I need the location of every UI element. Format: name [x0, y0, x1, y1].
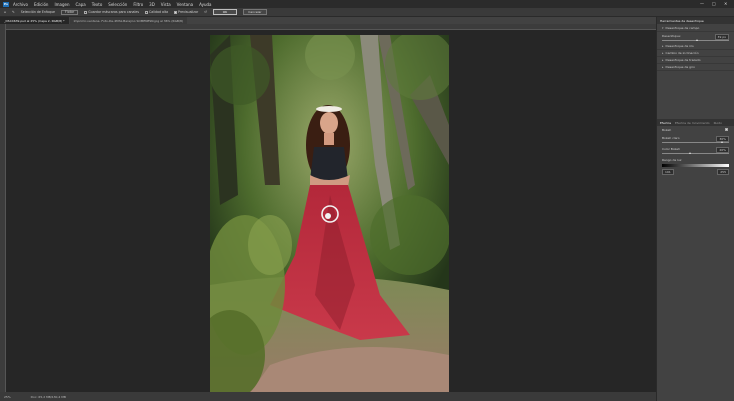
high-quality-option[interactable]: Calidad alta: [145, 10, 168, 14]
path-blur-label: Desenfoque de trazado: [665, 58, 701, 62]
bokeh-row: Bokeh: [657, 126, 734, 134]
zoom-level[interactable]: 25%: [4, 395, 11, 399]
light-range-min[interactable]: 191: [662, 169, 674, 175]
save-masks-option[interactable]: Guardar máscaras para canales: [84, 10, 139, 14]
status-bar: 25% Doc: 65,2 MB/130,4 MB: [0, 392, 656, 401]
menu-filtro[interactable]: Filtro: [133, 2, 143, 7]
chevron-right-icon: ▸: [662, 51, 664, 55]
field-blur-section[interactable]: ▾ Desenfoque de campo: [657, 24, 734, 32]
menu-imagen[interactable]: Imagen: [54, 2, 69, 7]
light-bokeh-thumb[interactable]: [720, 141, 723, 143]
document-photo[interactable]: [210, 35, 449, 393]
tab-document-inactive[interactable]: Imprimir-ventana. Foto-De-4Mhz-Barajino …: [69, 17, 188, 24]
options-bar: ⌂ ✎ Selección de Enfoque Flotar Guardar …: [0, 8, 734, 17]
light-range-gradient[interactable]: [662, 164, 729, 167]
light-range-max[interactable]: 255: [717, 169, 729, 175]
document-tabs: _DSC4639.psd al 25% (Capa 2, RGB/8) * Im…: [0, 17, 656, 24]
blur-tools-panel: Herramientas de desenfoque ▾ Desenfoque …: [656, 17, 734, 401]
bokeh-color-label: Color Bokeh: [662, 147, 681, 151]
blur-amount-thumb[interactable]: [695, 39, 698, 41]
menu-archivo[interactable]: Archivo: [13, 2, 28, 7]
light-range-row: Rango de luz 191 255: [657, 156, 734, 177]
tilt-shift-section[interactable]: ▸ Cambio de inclinación: [657, 50, 734, 57]
tab-document-active[interactable]: _DSC4639.psd al 25% (Capa 2, RGB/8) *: [0, 17, 69, 24]
chevron-down-icon: ▾: [662, 25, 664, 30]
menu-ayuda[interactable]: Ayuda: [199, 2, 211, 7]
preview-label: Previsualizar: [178, 10, 199, 14]
iris-blur-section[interactable]: ▸ Desenfoque de iris: [657, 43, 734, 50]
light-range-label: Rango de luz: [662, 158, 682, 162]
home-icon[interactable]: ⌂: [4, 10, 6, 14]
menu-ventana[interactable]: Ventana: [177, 2, 193, 7]
light-bokeh-row: Bokeh claro 30%: [657, 134, 734, 145]
field-blur-slider-row: Desenfoque: 39 px: [657, 32, 734, 43]
chevron-right-icon: ▸: [662, 44, 664, 48]
minimize-icon[interactable]: —: [700, 1, 704, 6]
menu-bar: Ps Archivo Edición Imagen Capa Texto Sel…: [0, 0, 734, 8]
photo-content: [210, 35, 449, 393]
app-logo: Ps: [3, 1, 9, 7]
tilt-shift-label: Cambio de inclinación: [665, 51, 699, 55]
menu-edicion[interactable]: Edición: [34, 2, 48, 7]
menu-3d[interactable]: 3D: [149, 2, 155, 7]
focus-select[interactable]: Flotar: [61, 9, 79, 15]
tab-noise[interactable]: Ruido: [714, 121, 722, 125]
maximize-icon[interactable]: □: [712, 1, 716, 6]
field-blur-label: Desenfoque de campo: [665, 25, 700, 30]
document-size: Doc: 65,2 MB/130,4 MB: [30, 394, 66, 399]
save-masks-checkbox[interactable]: [84, 10, 88, 14]
preview-option[interactable]: Previsualizar: [174, 10, 198, 14]
light-bokeh-slider[interactable]: [662, 141, 729, 143]
tab-effects[interactable]: Efectos: [660, 121, 671, 125]
effects-tabs: Efectos Efectos de movimiento Ruido: [657, 119, 734, 126]
chevron-right-icon: ▸: [662, 65, 664, 69]
close-icon[interactable]: ✕: [724, 1, 727, 6]
menu-texto[interactable]: Texto: [92, 2, 103, 7]
spin-blur-label: Desenfoque de giro: [665, 65, 695, 69]
menu-seleccion[interactable]: Selección: [108, 2, 127, 7]
preview-checkbox[interactable]: [174, 10, 178, 14]
panel-title: Herramientas de desenfoque: [657, 17, 734, 24]
high-quality-label: Calidad alta: [149, 10, 169, 14]
chevron-right-icon: ▸: [662, 58, 664, 62]
save-masks-label: Guardar máscaras para canales: [88, 10, 140, 14]
tab-motion-effects[interactable]: Efectos de movimiento: [675, 121, 710, 125]
path-blur-section[interactable]: ▸ Desenfoque de trazado: [657, 57, 734, 64]
blur-tool-icon[interactable]: ✎: [12, 10, 15, 14]
blur-amount-label: Desenfoque:: [662, 34, 682, 38]
ok-button[interactable]: OK: [212, 9, 237, 15]
cancel-button[interactable]: Cancelar: [242, 9, 267, 15]
blur-pin-center[interactable]: [325, 213, 331, 219]
high-quality-checkbox[interactable]: [145, 10, 149, 14]
focus-selection-label: Selección de Enfoque: [20, 10, 56, 14]
blur-amount-slider[interactable]: [662, 39, 729, 41]
spin-blur-section[interactable]: ▸ Desenfoque de giro: [657, 64, 734, 71]
bokeh-checkbox[interactable]: [725, 128, 728, 131]
bokeh-color-slider[interactable]: [662, 152, 729, 154]
menu-capa[interactable]: Capa: [76, 2, 86, 7]
light-bokeh-label: Bokeh claro: [662, 136, 680, 140]
bokeh-color-thumb[interactable]: [688, 152, 691, 154]
reset-icon[interactable]: ↺: [204, 10, 207, 14]
panel-spacer: [657, 71, 734, 119]
bokeh-color-row: Color Bokeh 20%: [657, 145, 734, 156]
iris-blur-label: Desenfoque de iris: [665, 44, 694, 48]
menu-vista[interactable]: Vista: [161, 2, 171, 7]
bokeh-label: Bokeh: [662, 128, 672, 132]
